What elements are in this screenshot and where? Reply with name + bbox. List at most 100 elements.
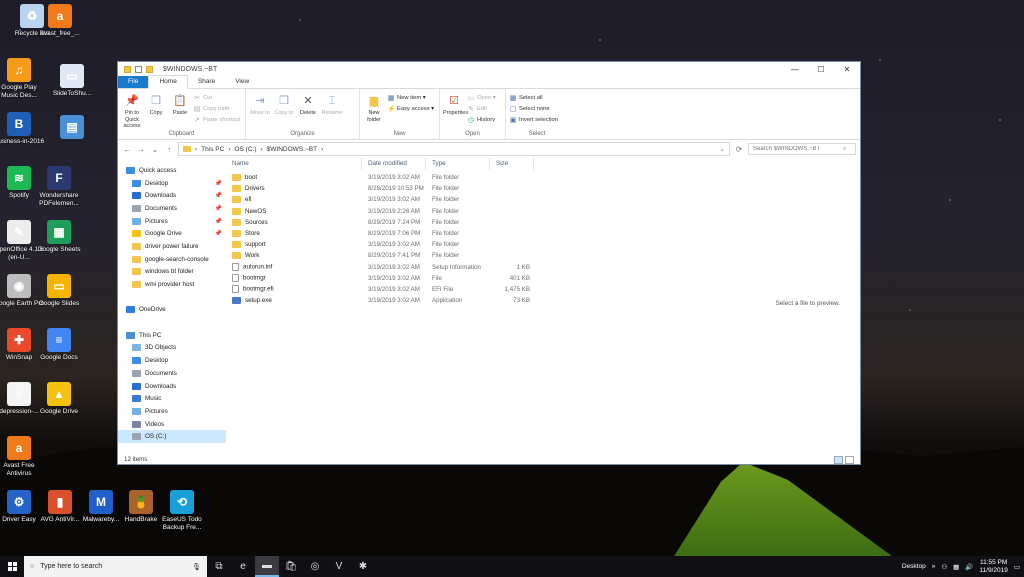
- select-none-button[interactable]: ▢ Select none: [509, 104, 558, 114]
- file-row[interactable]: autorun.inf 3/19/2019 3:02 AM Setup Inform…: [226, 262, 860, 273]
- volume-icon[interactable]: 🔊: [965, 563, 973, 571]
- paste-shortcut-button[interactable]: ↗ Paste shortcut: [193, 115, 240, 125]
- tab-file[interactable]: File: [118, 76, 149, 88]
- vivaldi-icon[interactable]: V: [327, 556, 351, 577]
- file-row[interactable]: NewOS 3/19/2019 2:26 AM File folder: [226, 206, 860, 217]
- chrome-icon[interactable]: ◎: [303, 556, 327, 577]
- copy-path-button[interactable]: ▤ Copy path: [193, 104, 240, 114]
- edit-button[interactable]: ✎ Edit: [467, 104, 496, 114]
- desktop-shortcut[interactable]: ▤: [45, 115, 99, 141]
- nav-item[interactable]: 3D Objects: [118, 342, 226, 355]
- desktop-shortcut[interactable]: a Avast Free Antivirus: [0, 436, 46, 478]
- taskbar-search[interactable]: ○ Type here to search 🎙: [24, 556, 207, 577]
- column-name[interactable]: Name: [226, 158, 362, 170]
- easy-access-button[interactable]: ⚡ Easy access ▾: [387, 104, 434, 114]
- file-row[interactable]: Sources 8/29/2019 7:24 PM File folder: [226, 217, 860, 228]
- desktop-shortcut[interactable]: ▦ Google Sheets: [32, 220, 86, 254]
- notifications-icon[interactable]: ▭: [1014, 563, 1020, 571]
- nav-item[interactable]: wmi provider host: [118, 278, 226, 291]
- file-row[interactable]: bootmgr.efi 3/19/2019 3:02 AM EFI File 1,47…: [226, 284, 860, 295]
- nav-item[interactable]: Downloads: [118, 380, 226, 393]
- breadcrumb-this-pc[interactable]: This PC: [201, 146, 224, 153]
- task-view-icon[interactable]: ⧉: [207, 556, 231, 577]
- desktop-shortcut[interactable]: ⟲ EaseUS Todo Backup Fre...: [155, 490, 209, 532]
- nav-item[interactable]: Pictures: [118, 405, 226, 418]
- file-row[interactable]: Work 8/29/2019 7:41 PM File folder: [226, 250, 860, 261]
- tab-share[interactable]: Share: [188, 76, 225, 88]
- cut-button[interactable]: ✂ Cut: [193, 93, 240, 103]
- file-row[interactable]: efi 3/19/2019 3:02 AM File folder: [226, 194, 860, 205]
- invert-selection-button[interactable]: ▣ Invert selection: [509, 115, 558, 125]
- nav-item[interactable]: driver power failure: [118, 240, 226, 253]
- nav-item[interactable]: OneDrive: [118, 304, 226, 317]
- column-type[interactable]: Type: [426, 158, 490, 170]
- nav-item[interactable]: windows bt folder: [118, 266, 226, 279]
- clock[interactable]: 11:55 PM 11/9/2019: [979, 559, 1007, 575]
- start-button[interactable]: [0, 556, 24, 577]
- open-button[interactable]: ▭ Open ▾: [467, 93, 496, 103]
- properties-quick-icon[interactable]: [135, 65, 142, 73]
- forward-button[interactable]: →: [136, 145, 146, 154]
- new-folder-quick-icon[interactable]: [146, 65, 153, 73]
- nav-item[interactable]: Pictures 📌: [118, 215, 226, 228]
- desktop-shortcut[interactable]: ▲ Google Drive: [32, 382, 86, 416]
- large-icons-view-icon[interactable]: [845, 456, 854, 464]
- dropdown-icon[interactable]: ⌄: [720, 145, 725, 153]
- breadcrumb-current-folder[interactable]: $WINDOWS.~BT: [267, 146, 317, 153]
- network-icon[interactable]: ▦: [953, 563, 959, 571]
- column-size[interactable]: Size: [490, 158, 534, 170]
- nav-item[interactable]: Downloads 📌: [118, 189, 226, 202]
- nav-item[interactable]: Videos: [118, 418, 226, 431]
- nav-item[interactable]: This PC: [118, 329, 226, 342]
- nav-item[interactable]: google-search-console: [118, 253, 226, 266]
- people-icon[interactable]: ⚇: [941, 563, 947, 571]
- microphone-icon[interactable]: 🎙: [192, 563, 201, 571]
- select-all-button[interactable]: ▦ Select all: [509, 93, 558, 103]
- details-view-icon[interactable]: [834, 456, 843, 464]
- desktop-shortcut[interactable]: ▭ SlideToShu...: [45, 64, 99, 98]
- minimize-button[interactable]: —: [782, 65, 808, 74]
- search-box[interactable]: ⌕: [748, 143, 856, 155]
- nav-item[interactable]: OS (C:): [118, 430, 226, 444]
- history-button[interactable]: ◷ History: [467, 115, 496, 125]
- nav-item[interactable]: Documents: [118, 367, 226, 380]
- search-input[interactable]: [753, 146, 843, 152]
- chevron-double-icon[interactable]: »: [932, 563, 936, 570]
- desktop-toolbar-label[interactable]: Desktop: [902, 563, 926, 570]
- breadcrumb-os-c[interactable]: OS (C:): [234, 146, 256, 153]
- app-icon[interactable]: ✱: [351, 556, 375, 577]
- file-row[interactable]: setup.exe 3/19/2019 3:02 AM Application 73 …: [226, 295, 860, 306]
- tab-view[interactable]: View: [225, 76, 259, 88]
- nav-item[interactable]: Quick access: [118, 164, 226, 177]
- tab-home[interactable]: Home: [148, 75, 188, 89]
- refresh-button[interactable]: ⟳: [734, 145, 744, 154]
- new-item-button[interactable]: ▦ New item ▾: [387, 93, 434, 103]
- nav-item[interactable]: Music: [118, 392, 226, 405]
- file-explorer-icon[interactable]: ▬: [255, 556, 279, 577]
- desktop-shortcut[interactable]: a avast_free_...: [33, 4, 87, 38]
- nav-item[interactable]: Google Drive 📌: [118, 227, 226, 240]
- file-row[interactable]: support 3/19/2019 3:02 AM File folder: [226, 239, 860, 250]
- desktop-shortcut[interactable]: ▭ Google Slides: [32, 274, 86, 308]
- file-row[interactable]: boot 3/19/2019 3:02 AM File folder: [226, 172, 860, 183]
- edge-icon[interactable]: e: [231, 556, 255, 577]
- nav-item[interactable]: Documents 📌: [118, 202, 226, 215]
- file-row[interactable]: bootmgr 3/19/2019 3:02 AM File 401 KB: [226, 273, 860, 284]
- up-button[interactable]: ↑: [164, 145, 174, 154]
- nav-item[interactable]: Desktop 📌: [118, 177, 226, 190]
- desktop-shortcut[interactable]: ♫ Google Play Music Des...: [0, 58, 46, 100]
- file-row[interactable]: Store 8/29/2019 7:06 PM File folder: [226, 228, 860, 239]
- address-bar[interactable]: › This PC › OS (C:) › $WINDOWS.~BT › ⌄: [178, 142, 730, 156]
- nav-item[interactable]: Desktop: [118, 354, 226, 367]
- column-date-modified[interactable]: Date modified: [362, 158, 426, 170]
- recent-locations-button[interactable]: ⌄: [150, 145, 160, 154]
- store-icon[interactable]: 🛍: [279, 556, 303, 577]
- file-row[interactable]: Drivers 8/28/2019 10:53 PM File folder: [226, 183, 860, 194]
- desktop-shortcut[interactable]: ≡ Google Docs: [32, 328, 86, 362]
- title-bar[interactable]: $WINDOWS.~BT — ☐ ✕: [118, 62, 860, 76]
- desktop-shortcut[interactable]: B Business-in-2016: [0, 112, 46, 146]
- maximize-button[interactable]: ☐: [808, 65, 834, 74]
- desktop-shortcut[interactable]: F Wondershare PDFelemen...: [32, 166, 86, 208]
- back-button[interactable]: ←: [122, 145, 132, 154]
- close-button[interactable]: ✕: [834, 65, 860, 74]
